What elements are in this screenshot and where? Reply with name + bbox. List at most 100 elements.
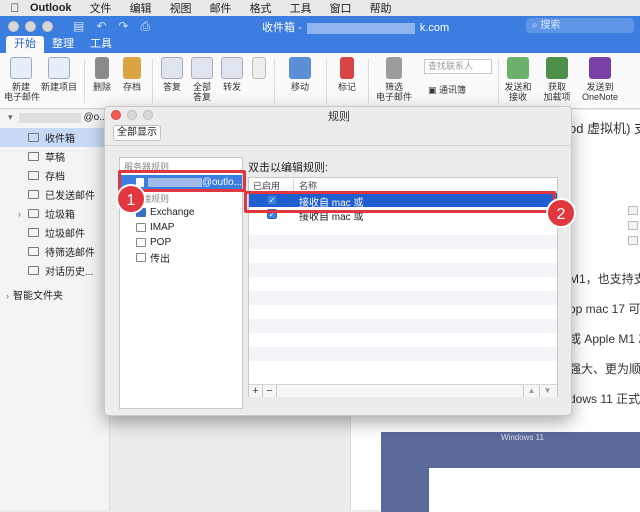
print-icon[interactable]: ⎙ [140,19,150,34]
address-book-label: 通讯簿 [439,85,467,95]
flag-button[interactable]: 标记 [332,57,362,92]
get-addins-button[interactable]: 获取 加载项 [540,57,574,102]
client-item-label: Exchange [150,206,195,218]
smart-folders[interactable]: › 智能文件夹 [6,287,63,302]
flag-icon [340,57,354,79]
store-icon [546,57,568,79]
new-item-button[interactable]: 新建项目 [40,57,78,92]
annotation-highlight-2 [244,191,556,213]
folder-label: 收件箱 [45,134,75,145]
inline-button[interactable] [628,206,638,215]
send-receive-button[interactable]: 发送和 接收 [502,57,534,102]
edit-rule-hint: 双击以编辑规则: [248,162,329,174]
folder-inbox[interactable]: 收件箱 [0,128,110,147]
get-addins-label: 获取 加载项 [543,82,571,102]
send-to-onenote-button[interactable]: 发送到 OneNote [580,57,620,102]
menu-view[interactable]: 视图 [170,0,192,16]
annotation-badge-1: 1 [116,184,146,214]
menu-window[interactable]: 窗口 [330,0,352,16]
embedded-screenshot: Windows 11 [381,432,640,512]
redacted-email [306,22,415,34]
move-button[interactable]: 移动 [284,57,316,92]
folder-archive[interactable]: 存档 [0,166,110,185]
attachment-icon [252,57,266,79]
window-titlebar: ▤ ↶ ↷ ⎙ 收件箱 - k.com ⌕ 搜索 [0,16,640,36]
filter-email-button[interactable]: 筛选 电子邮件 [374,57,414,102]
menu-app-outlook[interactable]: Outlook [30,2,72,14]
reply-all-button[interactable]: 全部 答复 [188,57,216,102]
redo-icon[interactable]: ↷ [118,19,128,34]
tab-home[interactable]: 开始 [6,36,44,53]
inbox-icon [28,133,39,142]
dialog-title: 规则 [328,111,350,123]
smart-folders-label: 智能文件夹 [13,291,63,302]
onenote-icon [589,57,611,79]
client-outgoing-item[interactable]: 传出 [120,250,242,265]
trash-icon [95,57,109,79]
folder-label: 存档 [45,172,65,183]
address-book-button[interactable]: ▣ 通讯簿 [428,83,466,96]
account-header[interactable]: ▾ @o... [8,112,108,123]
forward-button[interactable]: 转发 [218,57,246,92]
minimize-window-button[interactable] [25,20,36,32]
new-email-button[interactable]: 新建 电子邮件 [4,57,41,102]
folder-label: 垃圾箱 [45,210,75,221]
inline-button[interactable] [628,236,638,245]
send-receive-label: 发送和 接收 [504,82,532,102]
rules-table-footer: + − ▲ ▼ [249,384,557,397]
chevron-right-icon: › [6,291,9,301]
show-all-button[interactable]: 全部显示 [113,125,161,141]
move-down-icon[interactable]: ▼ [539,385,555,397]
folder-junk[interactable]: 垃圾邮件 [0,223,110,242]
address-book-icon: ▣ [428,85,437,95]
archive-button[interactable]: 存档 [118,57,146,92]
delete-button[interactable]: 删除 [88,57,116,92]
archive-folder-icon [28,171,39,180]
contact-search-input[interactable]: 查找联系人 [424,59,492,74]
reply-button[interactable]: 答复 [158,57,186,92]
sent-icon [28,190,39,199]
zoom-window-button[interactable] [42,20,53,32]
menu-tools[interactable]: 工具 [290,0,312,16]
new-item-icon [48,57,70,79]
move-up-icon[interactable]: ▲ [523,385,539,397]
search-icon: ⌕ [532,20,538,31]
reply-icon [161,57,183,79]
menu-format[interactable]: 格式 [250,0,272,16]
remove-rule-button[interactable]: − [263,385,277,397]
add-rule-button[interactable]: + [249,385,263,397]
message-text-line: dows 11 正式版 [569,392,640,406]
folder-clutter[interactable]: 待筛选邮件 [0,242,110,261]
folder-sent[interactable]: 已发送邮件 [0,185,110,204]
attachment-button[interactable] [250,57,268,82]
folder-trash[interactable]: › 垃圾箱 [0,204,110,223]
folder-conversation-history[interactable]: 对话历史... [0,261,110,280]
menu-mail[interactable]: 邮件 [210,0,232,16]
annotation-badge-2: 2 [546,198,576,228]
menu-file[interactable]: 文件 [90,0,112,16]
inline-button[interactable] [628,221,638,230]
message-text-line: 强大、更为顺畅 [569,362,640,376]
search-input[interactable]: ⌕ 搜索 [526,18,634,33]
move-folder-icon [289,57,311,79]
menu-help[interactable]: 帮助 [370,0,392,16]
tab-organize[interactable]: 整理 [44,36,82,53]
chevron-right-icon[interactable]: › [18,209,21,219]
window-title-prefix: 收件箱 - [262,22,302,34]
menu-edit[interactable]: 编辑 [130,0,152,16]
folder-drafts[interactable]: 草稿 [0,147,110,166]
tab-tools[interactable]: 工具 [82,36,120,53]
delete-label: 删除 [92,82,111,92]
sidebar-toggle-icon[interactable]: ▤ [73,19,84,34]
folder-label: 对话历史... [45,267,94,278]
forward-icon [221,57,243,79]
folder-icon [28,247,39,256]
close-window-button[interactable] [8,20,19,32]
new-email-label: 新建 电子邮件 [4,82,41,102]
client-imap-item[interactable]: IMAP [120,220,242,234]
apple-menu-icon[interactable]:  [0,1,30,15]
mac-menubar:  Outlook 文件 编辑 视图 邮件 格式 工具 窗口 帮助 [0,0,640,16]
client-pop-item[interactable]: POP [120,235,242,249]
undo-icon[interactable]: ↶ [96,19,106,34]
folder-label: 待筛选邮件 [45,248,95,259]
